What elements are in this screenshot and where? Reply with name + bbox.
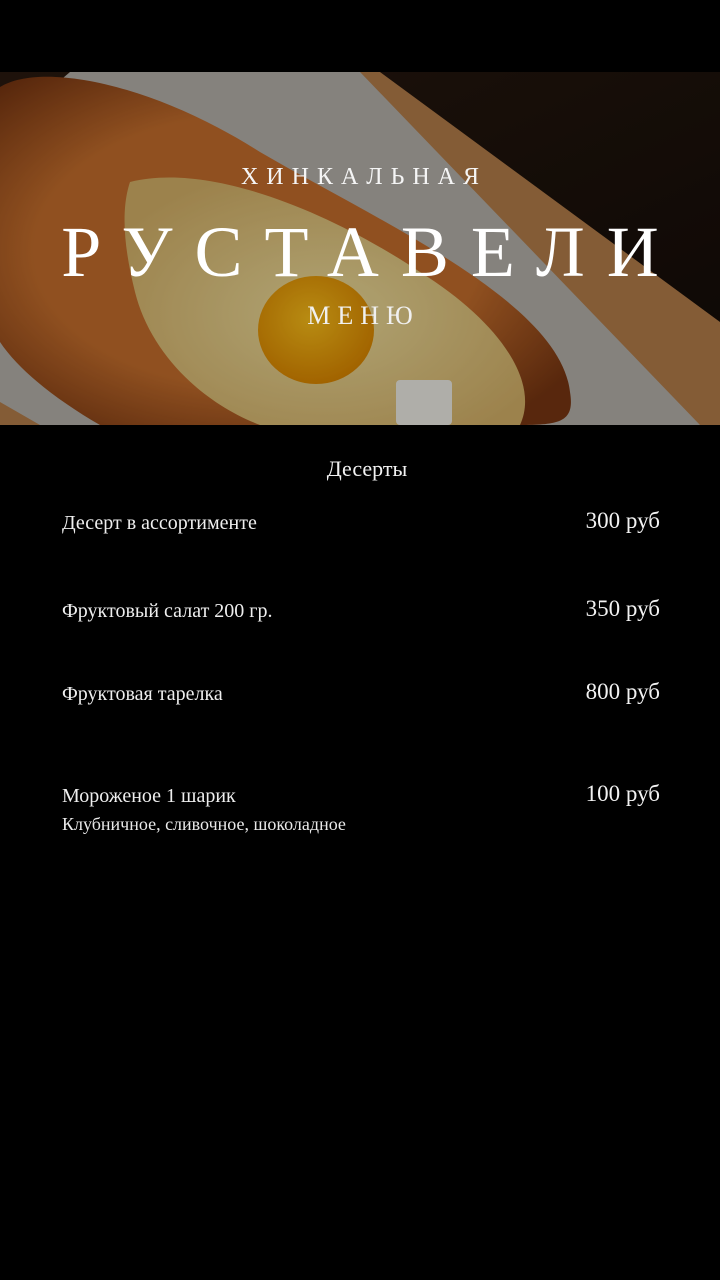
item-price: 300 руб — [585, 508, 660, 533]
menu-label: МЕНЮ — [307, 301, 420, 330]
item-name: Мороженое 1 шарик — [62, 785, 236, 807]
menu-item: Десерт в ассортименте 300 руб — [62, 508, 660, 535]
item-name: Фруктовый салат 200 гр. — [62, 600, 273, 622]
item-name: Десерт в ассортименте — [62, 512, 257, 534]
item-name: Фруктовая тарелка — [62, 683, 223, 705]
restaurant-name: РУСТАВЕЛИ — [61, 212, 681, 292]
item-price: 100 руб — [585, 781, 660, 806]
hero-title-block: ХИНКАЛЬНАЯ РУСТАВЕЛИ МЕНЮ — [0, 72, 720, 425]
menu-item: Фруктовая тарелка 800 руб — [62, 679, 660, 706]
restaurant-type: ХИНКАЛЬНАЯ — [240, 164, 488, 190]
hero-banner: ХИНКАЛЬНАЯ РУСТАВЕЛИ МЕНЮ — [0, 72, 720, 425]
menu-item: Фруктовый салат 200 гр. 350 руб — [62, 596, 660, 623]
item-price: 350 руб — [585, 596, 660, 621]
menu-item: Мороженое 1 шарик Клубничное, сливочное,… — [62, 781, 660, 835]
item-description: Клубничное, сливочное, шоколадное — [62, 814, 346, 834]
section-title: Десерты — [326, 456, 408, 481]
item-price: 800 руб — [585, 679, 660, 704]
